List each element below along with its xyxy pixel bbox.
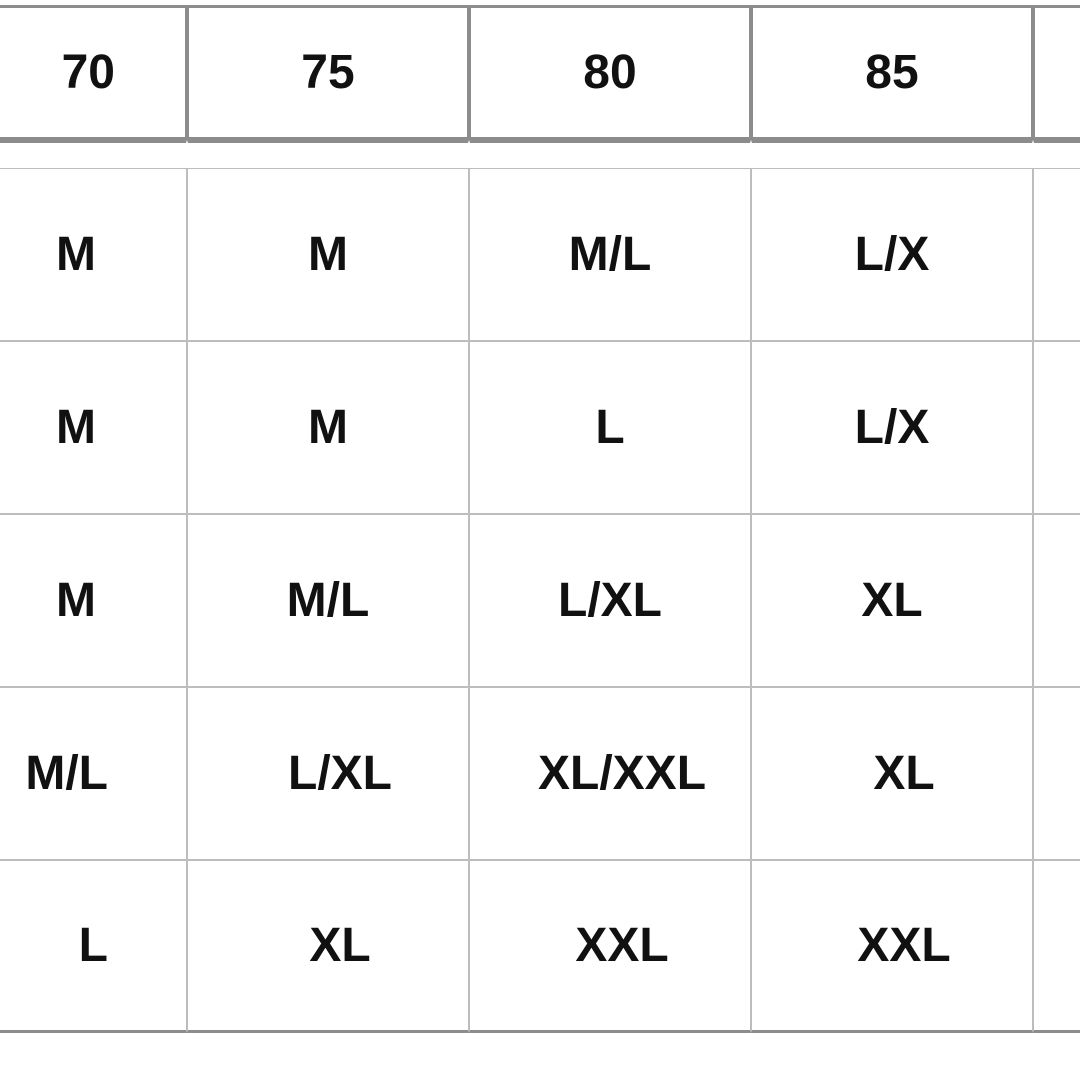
cell-text: M [56,573,96,628]
header-cell-80: 80 [469,5,751,140]
cell: M [0,514,187,687]
header-text: 75 [301,45,354,100]
table-gap-row [0,140,1080,168]
cell [1033,168,1080,341]
cell-text: M/L [287,573,370,628]
cell: L/X [751,168,1033,341]
table-row: M M L L/X [0,341,1080,514]
cell [1033,514,1080,687]
cell-text: M [308,227,348,282]
cell: M/L [187,514,469,687]
header-cell-70: 70 [0,5,187,140]
cell [1033,860,1080,1033]
cell-text: M [56,227,96,282]
cell: L/XL [187,687,469,860]
table-row: M M/L L/XL XL [0,514,1080,687]
cell-text: L/XL [288,746,392,801]
cell: M/L [0,687,187,860]
cell-text: XL/XXL [538,746,706,801]
cell [1033,341,1080,514]
cell-text: M/L [25,746,108,801]
header-text: 85 [865,45,918,100]
cell: XL [187,860,469,1033]
cell: L/XL [469,514,751,687]
cell: XL [751,687,1033,860]
header-cell-75: 75 [187,5,469,140]
cell-text: XXL [575,918,668,973]
cell-text: M [308,400,348,455]
cell: M [187,341,469,514]
table-header-row: 70 75 80 85 [0,5,1080,140]
cell: L/X [751,341,1033,514]
cell-text: XL [309,918,370,973]
cell-text: L/X [855,400,930,455]
cell-text: XXL [857,918,950,973]
cell-text: XL [873,746,934,801]
cell-text: XL [861,573,922,628]
table-row: M M M/L L/X [0,168,1080,341]
cell-text: M/L [569,227,652,282]
cell: M [0,168,187,341]
cell [1033,687,1080,860]
table-row: L XL XXL XXL [0,860,1080,1033]
header-cell-cut [1033,5,1080,140]
header-cell-85: 85 [751,5,1033,140]
cell-text: L/XL [558,573,662,628]
cell: L [0,860,187,1033]
cell: M [187,168,469,341]
table-row: M/L L/XL XL/XXL XL [0,687,1080,860]
cell: XL/XXL [469,687,751,860]
cell: XXL [751,860,1033,1033]
cell: M/L [469,168,751,341]
cell: XL [751,514,1033,687]
cell: L [469,341,751,514]
header-text: 70 [62,45,115,100]
size-chart-viewport: 70 75 80 85 M M M/L L/X M M L L/X [0,0,1080,1080]
cell-text: M [56,400,96,455]
cell-text: L [595,400,624,455]
cell-text: L/X [855,227,930,282]
header-text: 80 [583,45,636,100]
cell: XXL [469,860,751,1033]
cell-text: L [79,918,108,973]
cell: M [0,341,187,514]
size-chart-table: 70 75 80 85 M M M/L L/X M M L L/X [0,5,1080,1033]
